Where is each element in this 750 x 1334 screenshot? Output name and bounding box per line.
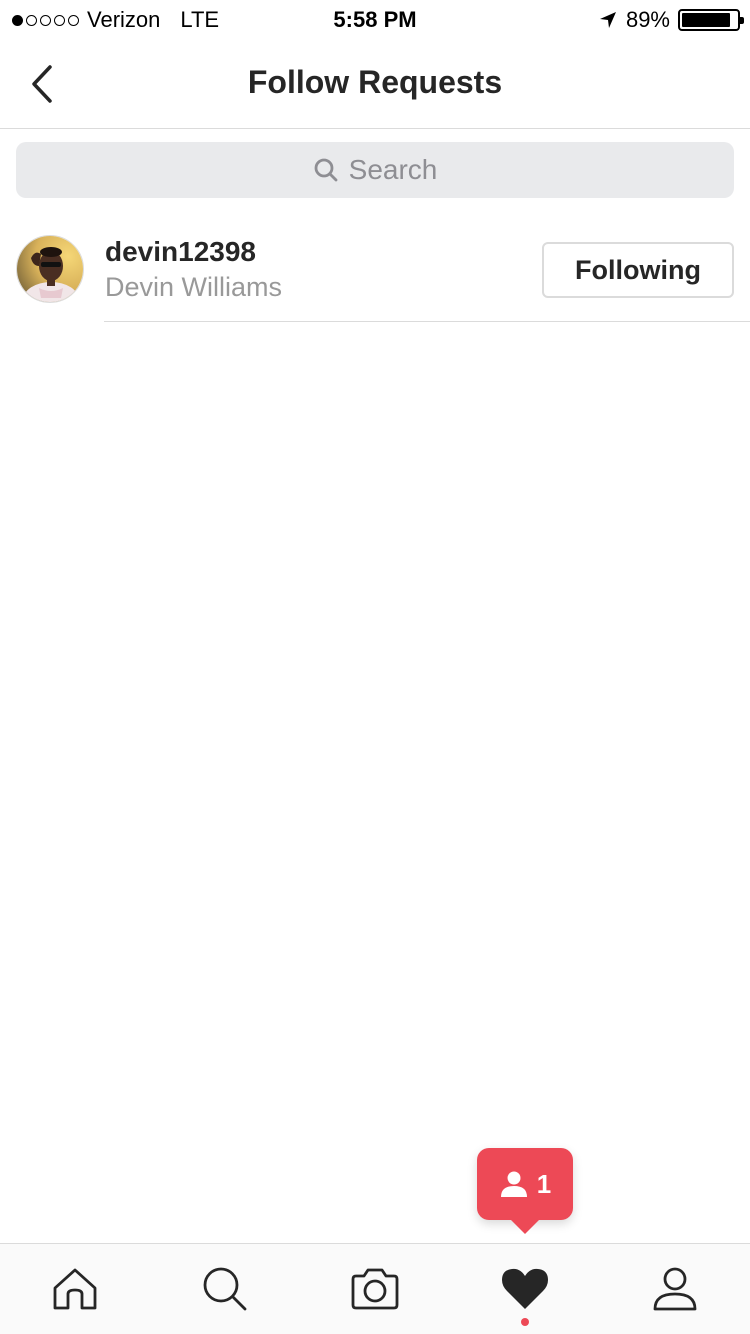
tab-activity[interactable] xyxy=(450,1244,600,1334)
following-button[interactable]: Following xyxy=(542,242,734,298)
nav-header: Follow Requests xyxy=(0,40,750,129)
battery-percent: 89% xyxy=(625,7,670,32)
follow-request-count: 1 xyxy=(536,1168,552,1199)
avatar-image xyxy=(17,236,83,302)
heart-icon xyxy=(502,1268,548,1309)
avatar[interactable] xyxy=(16,235,84,303)
search-placeholder: Search xyxy=(348,154,438,185)
request-full-name: Devin Williams xyxy=(105,272,283,302)
battery-icon xyxy=(678,9,744,31)
tooltip-arrow xyxy=(509,1218,541,1234)
tab-search[interactable] xyxy=(150,1244,300,1334)
home-icon xyxy=(53,1268,97,1310)
activity-indicator-dot xyxy=(521,1318,529,1326)
request-username[interactable]: devin12398 xyxy=(105,236,256,268)
search-icon xyxy=(314,158,338,182)
tab-home[interactable] xyxy=(0,1244,150,1334)
activity-notification-tooltip[interactable]: 1 xyxy=(477,1148,573,1220)
search-icon xyxy=(203,1267,247,1311)
row-divider xyxy=(104,321,750,322)
status-right: 89% xyxy=(598,7,744,33)
tab-profile[interactable] xyxy=(600,1244,750,1334)
tab-camera[interactable] xyxy=(300,1244,450,1334)
person-icon xyxy=(500,1171,527,1197)
page-title: Follow Requests xyxy=(247,64,503,100)
camera-icon xyxy=(351,1268,399,1310)
profile-icon xyxy=(653,1267,697,1311)
location-arrow-icon xyxy=(599,12,616,28)
battery-fill xyxy=(682,13,731,27)
list-item[interactable]: devin12398 Devin Williams Following xyxy=(0,216,750,322)
battery-tip xyxy=(740,17,744,24)
tab-bar xyxy=(0,1243,750,1334)
search-input[interactable]: Search xyxy=(16,142,734,198)
status-bar: Verizon LTE 5:58 PM 89% xyxy=(0,0,750,40)
